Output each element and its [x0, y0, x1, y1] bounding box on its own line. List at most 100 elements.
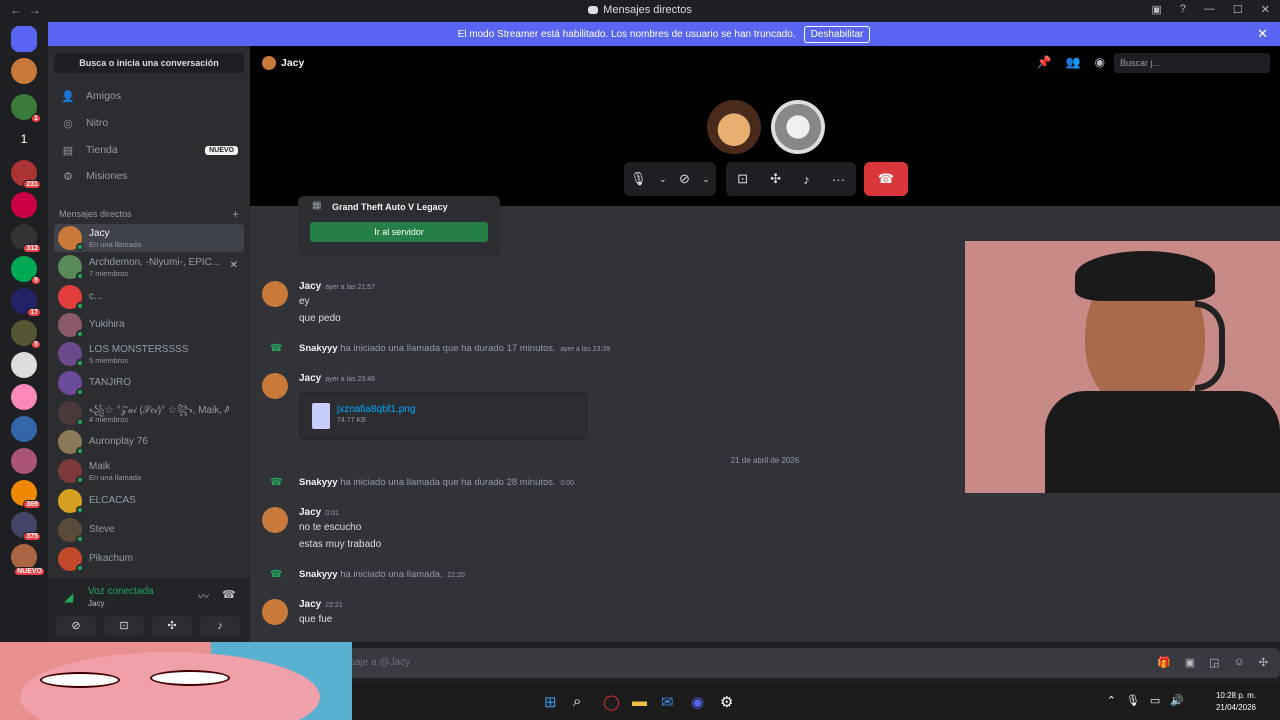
- server-icon[interactable]: 1: [11, 126, 37, 152]
- call-avatar-jacy[interactable]: [707, 100, 761, 154]
- dm-item[interactable]: Jacy En una llamada: [54, 224, 244, 252]
- dm-item[interactable]: Maik En una llamada: [54, 457, 244, 485]
- dm-item[interactable]: Pikachum: [54, 545, 244, 573]
- system-clock[interactable]: 10:28 p. m. 21/04/2026: [1216, 690, 1256, 714]
- dm-item[interactable]: ELCACAS: [54, 487, 244, 515]
- dm-item[interactable]: Steve: [54, 516, 244, 544]
- network-icon[interactable]: ▭: [1150, 694, 1160, 707]
- chevron-down-icon[interactable]: ⌄: [702, 174, 710, 185]
- outlook-icon[interactable]: ✉: [661, 693, 674, 711]
- discord-home-icon[interactable]: [11, 26, 37, 52]
- close-banner-icon[interactable]: ✕: [1257, 26, 1268, 42]
- dm-item[interactable]: Archdemon, -Niyumi-, EPIC... 7 miembros ✕: [54, 253, 244, 281]
- dm-item[interactable]: Auronplay 76: [54, 428, 244, 456]
- microphone-icon[interactable]: 🎙: [630, 171, 647, 187]
- close-window-icon[interactable]: ✕: [1261, 3, 1270, 16]
- dm-item[interactable]: c...: [54, 283, 244, 311]
- close-dm-icon[interactable]: ✕: [230, 260, 238, 271]
- nav-quests[interactable]: ⚙ Misiones: [54, 164, 244, 188]
- create-dm-icon[interactable]: +: [232, 207, 239, 221]
- activities-icon[interactable]: ✣: [770, 171, 781, 187]
- call-avatar-self[interactable]: [771, 100, 825, 154]
- soundboard-icon[interactable]: ♪: [803, 172, 810, 187]
- message-composer[interactable]: saje a @Jacy 🎁 ▣ ◲ ☺ ✣: [250, 648, 1280, 678]
- gift-icon[interactable]: 🎁: [1157, 656, 1171, 669]
- file-explorer-icon[interactable]: ▬: [632, 693, 647, 710]
- noise-suppression-icon[interactable]: 〰: [198, 588, 209, 604]
- server-icon[interactable]: [11, 192, 37, 218]
- volume-icon[interactable]: 🔊: [1170, 694, 1184, 707]
- server-icon[interactable]: [11, 58, 37, 84]
- banner-text: El modo Streamer está habilitado. Los no…: [457, 28, 796, 40]
- server-icon[interactable]: [11, 416, 37, 442]
- server-icon[interactable]: 17: [11, 288, 41, 317]
- camera-off-icon[interactable]: ⊘: [679, 171, 690, 187]
- server-icon[interactable]: [11, 448, 37, 474]
- avatar[interactable]: [262, 507, 288, 533]
- chevron-down-icon[interactable]: ⌄: [659, 174, 667, 185]
- server-icon[interactable]: 369: [11, 480, 41, 509]
- nav-shop[interactable]: ▤ Tienda NUEVO: [54, 138, 244, 162]
- server-icon[interactable]: 5: [11, 256, 41, 285]
- search-icon[interactable]: ⌕: [573, 693, 581, 710]
- add-friends-icon[interactable]: 👥: [1066, 55, 1081, 69]
- sticker-icon[interactable]: ◲: [1209, 656, 1219, 669]
- screen-share-icon[interactable]: ⊡: [737, 171, 748, 187]
- message-author[interactable]: Jacy ayer a las 23:46: [299, 373, 375, 384]
- dm-subtitle: 7 miembros: [89, 269, 129, 278]
- dm-name: LOS MONSTERSSSS: [89, 344, 189, 355]
- minimize-icon[interactable]: —: [1204, 3, 1215, 16]
- share-screen-button[interactable]: ⊡: [104, 616, 144, 636]
- disconnect-icon[interactable]: ☎: [222, 588, 236, 601]
- search-input[interactable]: Buscar j...: [1114, 53, 1270, 73]
- phone-icon: ☎: [270, 477, 283, 488]
- gif-icon[interactable]: ▣: [1185, 656, 1195, 669]
- steam-icon[interactable]: ⚙: [720, 693, 733, 711]
- discord-taskbar-icon[interactable]: ◉: [691, 693, 704, 711]
- video-off-button[interactable]: ⊘: [56, 616, 96, 636]
- avatar[interactable]: [262, 373, 288, 399]
- server-icon[interactable]: [11, 384, 37, 410]
- apps-icon[interactable]: ✣: [1259, 656, 1268, 669]
- server-list: 1 1 231 312 5 17 5 369 375 NUEVO: [0, 22, 48, 642]
- more-icon[interactable]: ···: [832, 172, 845, 187]
- server-icon[interactable]: 1: [11, 94, 41, 123]
- pin-icon[interactable]: 📌: [1037, 55, 1052, 69]
- server-icon[interactable]: [11, 352, 37, 378]
- opera-icon[interactable]: ◯: [603, 693, 620, 711]
- file-attachment[interactable]: jxznafia8qbf1.png 74.77 KB: [299, 392, 587, 440]
- message-author[interactable]: Jacy 0:01: [299, 507, 339, 518]
- activities-button[interactable]: ✣: [152, 616, 192, 636]
- nav-friends[interactable]: 👤 Amigos: [54, 84, 244, 108]
- disable-streamer-button[interactable]: Deshabilitar: [803, 25, 871, 43]
- dm-item[interactable]: LOS MONSTERSSSS 5 miembros: [54, 340, 244, 368]
- go-to-server-button[interactable]: Ir al servidor: [310, 222, 488, 242]
- dm-item[interactable]: TANJIRO: [54, 369, 244, 397]
- mic-tray-icon[interactable]: 🎙: [1126, 694, 1140, 707]
- dm-item[interactable]: Yukihira: [54, 311, 244, 339]
- file-name-link[interactable]: jxznafia8qbf1.png: [337, 404, 415, 415]
- inbox-icon[interactable]: ▣: [1151, 3, 1161, 16]
- emoji-icon[interactable]: ☺: [1234, 656, 1245, 669]
- nav-nitro[interactable]: ◎ Nitro: [54, 111, 244, 135]
- dm-item[interactable]: ꧁☆ °𝒵𝒶𝒾 (𝒮𝑒𝒾)° ☆꧂, Maik, Arc...4 miembro…: [54, 399, 244, 427]
- avatar[interactable]: [262, 281, 288, 307]
- hang-up-button[interactable]: ☎: [864, 162, 908, 196]
- profile-icon[interactable]: ◉: [1095, 55, 1105, 69]
- conversation-search-button[interactable]: Busca o inicia una conversación: [54, 53, 244, 73]
- soundboard-button[interactable]: ♪: [200, 616, 240, 636]
- header-username[interactable]: Jacy: [281, 57, 304, 69]
- server-icon[interactable]: 5: [11, 320, 41, 349]
- avatar[interactable]: [262, 599, 288, 625]
- chevron-up-icon[interactable]: ⌃: [1107, 694, 1116, 707]
- server-icon[interactable]: 312: [11, 224, 41, 253]
- voice-connected-label[interactable]: Voz conectada: [88, 586, 154, 597]
- message-author[interactable]: Jacy 22:21: [299, 599, 343, 610]
- help-icon[interactable]: ?: [1180, 3, 1186, 16]
- server-icon[interactable]: 231: [11, 160, 41, 189]
- maximize-icon[interactable]: ☐: [1233, 3, 1243, 16]
- message-author[interactable]: Jacy ayer a las 21:57: [299, 281, 375, 292]
- start-icon[interactable]: ⊞: [544, 693, 557, 711]
- server-icon[interactable]: 375: [11, 512, 41, 541]
- server-icon[interactable]: NUEVO: [11, 544, 45, 576]
